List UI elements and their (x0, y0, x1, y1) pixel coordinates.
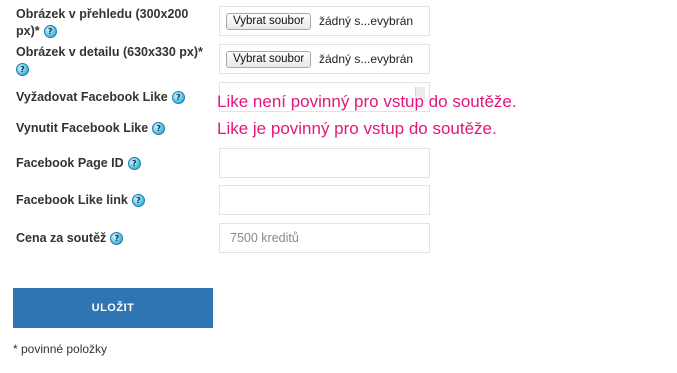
require-like-label: Vyžadovat Facebook Like? (16, 89, 185, 106)
overview-image-file-input[interactable]: Vybrat soubor žádný s...evybrán (219, 6, 430, 36)
page-id-input[interactable] (219, 148, 430, 178)
tooltip-like-required: Like je povinný pro vstup do soutěže. (217, 119, 497, 138)
choose-file-button[interactable]: Vybrat soubor (226, 13, 312, 30)
choose-file-button[interactable]: Vybrat soubor (226, 51, 312, 68)
file-name-text: žádný s...evybrán (319, 52, 414, 66)
page-id-label: Facebook Page ID? (16, 155, 141, 172)
price-label: Cena za soutěž? (16, 230, 124, 247)
help-icon[interactable]: ? (16, 63, 29, 77)
overview-image-label-line1: Obrázek v přehledu (300x200 (16, 7, 189, 21)
detail-image-file-input[interactable]: Vybrat soubor žádný s...evybrán (219, 44, 430, 74)
detail-image-label: Obrázek v detailu (630x330 px)* ? (16, 44, 203, 78)
help-icon[interactable]: ? (152, 122, 166, 136)
save-button[interactable]: ULOŽIT (13, 288, 213, 328)
help-icon[interactable]: ? (171, 91, 185, 105)
page-id-label-text: Facebook Page ID (16, 156, 124, 170)
tooltip-like-not-required: Like není povinný pro vstup do soutěže. (217, 92, 517, 111)
price-input[interactable]: 7500 kreditů (219, 223, 430, 253)
force-like-label-text: Vynutit Facebook Like (16, 121, 149, 135)
require-like-label-text: Vyžadovat Facebook Like (16, 90, 168, 104)
force-like-label: Vynutit Facebook Like? (16, 120, 166, 137)
help-icon[interactable]: ? (127, 157, 141, 171)
help-icon[interactable]: ? (131, 194, 145, 208)
like-link-label: Facebook Like link? (16, 192, 145, 209)
overview-image-label-line2: px)* (16, 24, 40, 38)
like-link-label-text: Facebook Like link (16, 193, 128, 207)
required-fields-note: * povinné položky (13, 342, 108, 356)
help-icon[interactable]: ? (43, 25, 57, 39)
detail-image-label-text: Obrázek v detailu (630x330 px)* (16, 45, 203, 59)
price-label-text: Cena za soutěž (16, 231, 107, 245)
help-icon[interactable]: ? (110, 232, 124, 246)
overview-image-label: Obrázek v přehledu (300x200 px)*? (16, 6, 188, 40)
file-name-text: žádný s...evybrán (319, 14, 414, 28)
like-link-input[interactable] (219, 185, 430, 215)
